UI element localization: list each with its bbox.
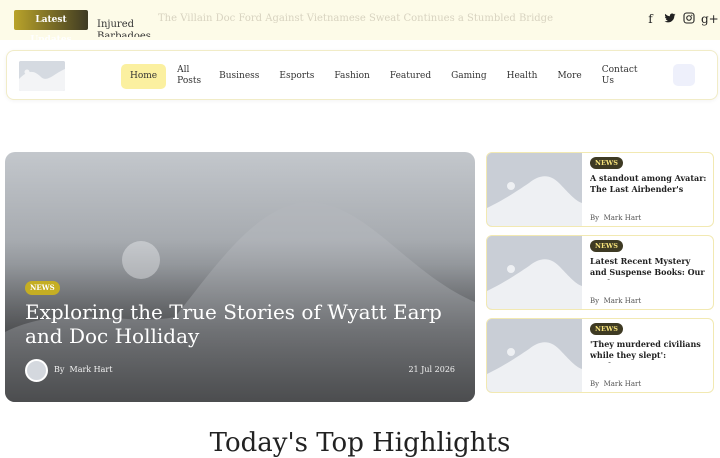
- byline-author[interactable]: Mark Hart: [604, 380, 642, 388]
- nav-item-home[interactable]: Home: [121, 63, 167, 89]
- hero-category-badge[interactable]: NEWS: [25, 281, 60, 295]
- card-category-badge[interactable]: NEWS: [590, 240, 623, 252]
- hero-title[interactable]: Exploring the True Stories of Wyatt Earp…: [25, 300, 455, 348]
- ticker-headline[interactable]: Injured Barbadoes: [97, 19, 151, 37]
- hero-feature-card[interactable]: NEWS Exploring the True Stories of Wyatt…: [5, 152, 475, 402]
- twitter-icon[interactable]: [663, 12, 676, 26]
- byline-prefix: By: [590, 297, 600, 305]
- card-category-badge[interactable]: NEWS: [590, 157, 623, 169]
- card-byline: By Mark Hart: [590, 214, 641, 222]
- main-navigation: Home All Posts Business Esports Fashion …: [6, 50, 718, 100]
- section-heading: Today's Top Highlights: [209, 428, 511, 458]
- nav-item-fashion[interactable]: Fashion: [325, 65, 379, 88]
- nav-item-health[interactable]: Health: [498, 65, 547, 88]
- nav-menu: Home All Posts Business Esports Fashion …: [121, 51, 641, 101]
- latest-updates-badge: Latest Updates: [14, 10, 88, 45]
- side-article-card[interactable]: NEWS Latest Recent Mystery and Suspense …: [486, 235, 714, 310]
- nav-item-contact-us[interactable]: Contact Us: [593, 59, 639, 93]
- search-button[interactable]: [673, 64, 695, 86]
- nav-item-more[interactable]: More: [548, 65, 590, 88]
- card-title[interactable]: Latest Recent Mystery and Suspense Books…: [590, 256, 708, 280]
- byline-prefix: By: [590, 214, 600, 222]
- article-thumbnail[interactable]: [487, 153, 582, 226]
- article-thumbnail[interactable]: [487, 236, 582, 309]
- social-links: f g+: [644, 12, 719, 26]
- nav-item-featured[interactable]: Featured: [381, 65, 440, 88]
- google-plus-icon[interactable]: g+: [701, 12, 719, 26]
- ticker-headline-next[interactable]: The Villain Doc Ford Against Vietnamese …: [158, 13, 553, 24]
- nav-item-all-posts[interactable]: All Posts: [168, 59, 208, 93]
- card-byline: By Mark Hart: [590, 380, 641, 388]
- facebook-icon[interactable]: f: [644, 12, 657, 26]
- site-logo[interactable]: [19, 61, 65, 91]
- instagram-icon[interactable]: [682, 12, 695, 26]
- top-ticker-bar: Latest Updates Injured Barbadoes The Vil…: [0, 0, 720, 45]
- byline-prefix: By: [590, 380, 600, 388]
- hero-byline: By Mark Hart: [54, 365, 112, 374]
- byline-author[interactable]: Mark Hart: [604, 214, 642, 222]
- hero-date: 21 Jul 2026: [408, 365, 455, 374]
- card-title[interactable]: A standout among Avatar: The Last Airben…: [590, 173, 708, 197]
- nav-item-gaming[interactable]: Gaming: [442, 65, 496, 88]
- side-article-card[interactable]: NEWS A standout among Avatar: The Last A…: [486, 152, 714, 227]
- card-byline: By Mark Hart: [590, 297, 641, 305]
- card-category-badge[interactable]: NEWS: [590, 323, 623, 335]
- byline-author[interactable]: Mark Hart: [604, 297, 642, 305]
- side-article-card[interactable]: NEWS 'They murdered civilians while they…: [486, 318, 714, 393]
- card-title[interactable]: 'They murdered civilians while they slep…: [590, 339, 708, 363]
- nav-item-esports[interactable]: Esports: [270, 65, 323, 88]
- author-avatar[interactable]: [25, 359, 48, 382]
- byline-author[interactable]: Mark Hart: [70, 365, 113, 374]
- nav-item-business[interactable]: Business: [210, 65, 268, 88]
- byline-prefix: By: [54, 365, 65, 374]
- article-thumbnail[interactable]: [487, 319, 582, 392]
